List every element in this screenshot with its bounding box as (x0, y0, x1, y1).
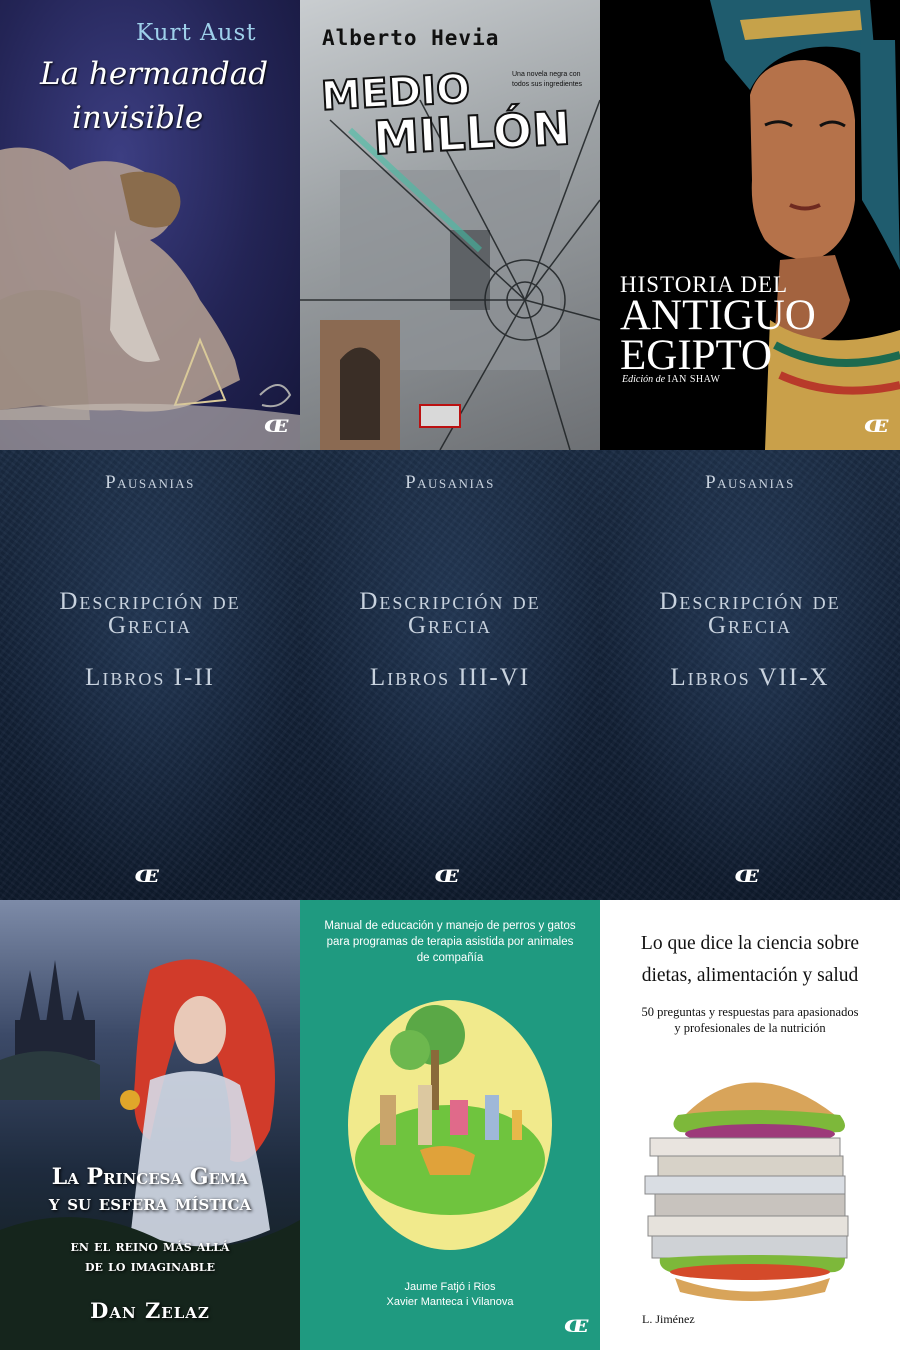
book-author: Pausanias (405, 472, 495, 493)
book-cover-la-princesa-gema[interactable]: La Princesa Gema y su esfera mística en … (0, 900, 300, 1350)
book-subtitle-line: de lo imaginable (84, 1257, 216, 1275)
book-authors: Jaume Fatjó i Rios Xavier Manteca i Vila… (300, 1280, 600, 1310)
book-cover-lo-que-dice-la-ciencia[interactable]: Lo que dice la ciencia sobre dietas, ali… (600, 900, 900, 1350)
book-cover-grid: Kurt Aust La hermandad invisible ɶ Alber… (0, 0, 900, 1350)
book-cover-la-hermandad-invisible[interactable]: Kurt Aust La hermandad invisible ɶ (0, 0, 300, 450)
book-title: La hermandad invisible (40, 52, 290, 140)
publisher-logo-icon: ɶ (734, 859, 760, 888)
book-volume: Libros III-VI (369, 664, 531, 691)
book-author: Alberto Hevia (322, 26, 500, 50)
book-subtitle: 50 preguntas y respuestas para apasionad… (600, 1004, 900, 1036)
book-title: Descripción de Grecia (600, 588, 900, 639)
book-volume: Libros I-II (85, 664, 215, 691)
publisher-logo-icon: ɶ (863, 409, 890, 438)
book-title-line: ANTIGUO (620, 292, 816, 339)
book-title-line: Descripción de (359, 588, 541, 615)
book-title-line: dietas, alimentación y salud (641, 965, 859, 986)
book-author: Dan Zelaz (90, 1298, 210, 1323)
book-title-line: Grecia (707, 612, 793, 639)
book-author: L. Jiménez (642, 1312, 695, 1326)
editor-prefix: Edición de (622, 374, 666, 385)
book-title-line: Grecia (107, 612, 193, 639)
book-title-line: invisible (72, 100, 204, 136)
publisher-logo-icon: ɶ (563, 1309, 590, 1338)
book-title: Lo que dice la ciencia sobre dietas, ali… (600, 928, 900, 992)
book-cover-descripcion-de-grecia-1[interactable]: Pausanias Descripción de Grecia Libros I… (0, 450, 300, 900)
book-author: Pausanias (105, 472, 195, 493)
book-title-line: Grecia (407, 612, 493, 639)
book-volume: Libros VII-X (670, 664, 830, 691)
book-cover-descripcion-de-grecia-2[interactable]: Pausanias Descripción de Grecia Libros I… (300, 450, 600, 900)
book-title-line: y su esfera mística (48, 1190, 252, 1216)
book-cover-descripcion-de-grecia-3[interactable]: Pausanias Descripción de Grecia Libros V… (600, 450, 900, 900)
book-subtitle-line: en el reino más allá (70, 1237, 230, 1255)
book-title-line: Lo que dice la ciencia sobre (640, 933, 860, 954)
publisher-logo-icon: ɶ (134, 859, 160, 888)
book-title: Descripción de Grecia (300, 588, 600, 639)
book-cover-medio-millon[interactable]: Alberto Hevia Una novela negra con todos… (300, 0, 600, 450)
book-title: Manual de educación y manejo de perros y… (324, 920, 576, 964)
book-editor: Edición de IAN SHAW (622, 374, 720, 385)
book-title: MEDIO MILLÓN (319, 61, 584, 166)
book-subtitle-line: 50 preguntas y respuestas para apasionad… (641, 1005, 859, 1019)
publisher-logo-icon: ɶ (263, 409, 290, 438)
book-title-line: EGIPTO (620, 332, 773, 379)
book-subtitle-line: y profesionales de la nutrición (674, 1021, 826, 1035)
book-title-line: Descripción de (59, 588, 241, 615)
book-author: Kurt Aust (136, 20, 257, 46)
book-cover-manual-de-educacion[interactable]: Manual de educación y manejo de perros y… (300, 900, 600, 1350)
editor-name: IAN SHAW (667, 374, 721, 385)
book-title: Descripción de Grecia (0, 588, 300, 639)
book-author: Jaume Fatjó i Rios (404, 1281, 496, 1293)
book-title-line: La Princesa Gema (51, 1164, 249, 1190)
book-author: Xavier Manteca i Vilanova (386, 1296, 514, 1308)
book-cover-historia-del-antiguo-egipto[interactable]: HISTORIA DEL ANTIGUO EGIPTO Edición de I… (600, 0, 900, 450)
book-title-line: La hermandad (40, 56, 269, 92)
book-title-line: Descripción de (659, 588, 841, 615)
publisher-logo-icon: ɶ (434, 859, 460, 888)
book-title: La Princesa Gema y su esfera mística (0, 1164, 300, 1216)
book-author: Pausanias (705, 472, 795, 493)
princess-illustration (0, 959, 300, 1350)
book-subtitle: en el reino más allá de lo imaginable (0, 1236, 300, 1276)
